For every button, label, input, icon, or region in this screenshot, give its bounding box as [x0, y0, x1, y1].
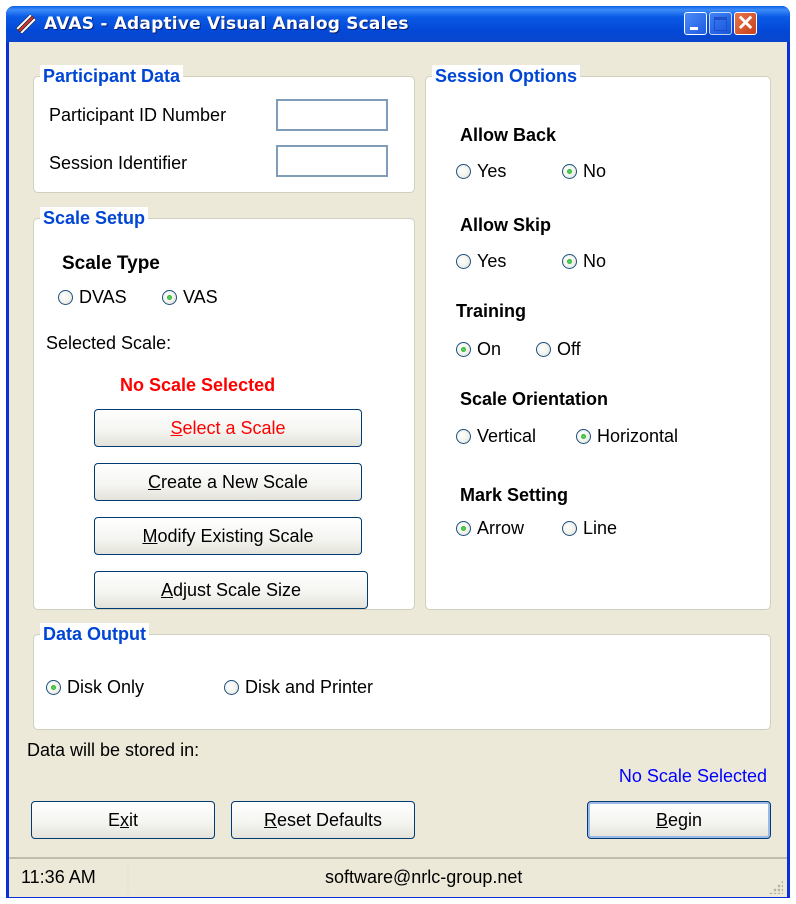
allow-back-label: Allow Back — [460, 125, 557, 145]
session-identifier-label: Session Identifier — [49, 153, 188, 173]
status-email: software@nrlc-group.net — [325, 867, 523, 887]
session-identifier-input[interactable] — [276, 145, 388, 177]
radio-checked-icon — [162, 290, 177, 305]
pencils-icon — [16, 15, 36, 33]
scale-type-vas-radio[interactable]: VAS — [162, 287, 218, 308]
training-off-radio[interactable]: Off — [536, 339, 581, 360]
radio-label: Arrow — [477, 518, 525, 538]
allow-skip-label: Allow Skip — [460, 215, 552, 235]
select-scale-button[interactable]: Select a Scale — [94, 409, 362, 447]
radio-label: Horizontal — [597, 426, 679, 446]
mnemonic: A — [160, 579, 173, 600]
button-label: egin — [667, 809, 703, 830]
mnemonic: B — [655, 809, 668, 830]
mark-line-radio[interactable]: Line — [562, 518, 617, 539]
reset-defaults-button[interactable]: Reset Defaults — [231, 801, 415, 839]
mnemonic: C — [147, 471, 161, 492]
close-icon: ✕ — [736, 12, 755, 35]
button-label: djust Scale Size — [172, 579, 302, 600]
storage-value: No Scale Selected — [618, 766, 767, 786]
mnemonic: M — [142, 525, 158, 546]
mnemonic: x — [120, 809, 129, 830]
button-label: reate a New Scale — [160, 471, 309, 492]
status-time: 11:36 AM — [21, 867, 96, 887]
mnemonic: S — [170, 417, 183, 438]
radio-label: No — [583, 251, 607, 271]
radio-label: Yes — [477, 161, 507, 181]
radio-unchecked-icon — [58, 290, 73, 305]
mnemonic: R — [263, 809, 277, 830]
button-label: elect a Scale — [182, 417, 286, 438]
radio-label: Disk and Printer — [245, 677, 374, 697]
button-label: eset Defaults — [276, 809, 383, 830]
radio-label: Yes — [477, 251, 507, 271]
allow-back-no-radio[interactable]: No — [562, 161, 606, 182]
allow-skip-no-radio[interactable]: No — [562, 251, 606, 272]
title-bar[interactable]: AVAS - Adaptive Visual Analog Scales ✕ — [6, 6, 790, 42]
participant-data-group: Participant Data Participant ID Number S… — [33, 65, 415, 193]
radio-unchecked-icon — [456, 429, 471, 444]
maximize-button[interactable] — [709, 12, 732, 35]
adjust-scale-size-button[interactable]: Adjust Scale Size — [94, 571, 368, 609]
mark-setting-label: Mark Setting — [460, 485, 569, 505]
data-output-group: Data Output Disk Only Disk and Printer — [33, 623, 771, 730]
status-bar: 11:36 AM software@nrlc-group.net — [9, 857, 787, 897]
radio-unchecked-icon — [456, 254, 471, 269]
selected-scale-label: Selected Scale: — [46, 333, 172, 353]
radio-unchecked-icon — [456, 164, 471, 179]
radio-checked-icon — [562, 254, 577, 269]
radio-checked-icon — [576, 429, 591, 444]
orientation-horizontal-radio[interactable]: Horizontal — [576, 426, 678, 447]
status-divider — [127, 863, 129, 893]
radio-label: Line — [583, 518, 618, 538]
radio-label: No — [583, 161, 607, 181]
radio-checked-icon — [456, 342, 471, 357]
scale-type-dvas-radio[interactable]: DVAS — [58, 287, 127, 308]
radio-label: VAS — [183, 287, 218, 307]
radio-label: On — [477, 339, 502, 359]
exit-button[interactable]: Exit — [31, 801, 215, 839]
window-title: AVAS - Adaptive Visual Analog Scales — [44, 14, 409, 34]
app-window: AVAS - Adaptive Visual Analog Scales ✕ P… — [6, 6, 790, 898]
create-scale-button[interactable]: Create a New Scale — [94, 463, 362, 501]
button-label: odify Existing Scale — [157, 525, 314, 546]
allow-back-yes-radio[interactable]: Yes — [456, 161, 506, 182]
begin-button[interactable]: Begin — [587, 801, 771, 839]
scale-orientation-label: Scale Orientation — [460, 389, 609, 409]
allow-skip-yes-radio[interactable]: Yes — [456, 251, 506, 272]
orientation-vertical-radio[interactable]: Vertical — [456, 426, 536, 447]
radio-label: Vertical — [477, 426, 537, 446]
radio-checked-icon — [562, 164, 577, 179]
scale-setup-title: Scale Setup — [40, 207, 149, 229]
close-button[interactable]: ✕ — [734, 12, 757, 35]
session-options-title: Session Options — [432, 65, 581, 87]
radio-checked-icon — [46, 680, 61, 695]
output-disk-only-radio[interactable]: Disk Only — [46, 677, 144, 698]
session-options-group: Session Options Allow Back Yes No Allow … — [425, 65, 771, 610]
radio-label: DVAS — [79, 287, 127, 307]
radio-unchecked-icon — [224, 680, 239, 695]
radio-label: Disk Only — [67, 677, 145, 697]
participant-data-title: Participant Data — [40, 65, 184, 87]
participant-id-input[interactable] — [276, 99, 388, 131]
output-disk-printer-radio[interactable]: Disk and Printer — [224, 677, 373, 698]
mark-arrow-radio[interactable]: Arrow — [456, 518, 524, 539]
button-label: E — [107, 809, 120, 830]
scale-type-label: Scale Type — [62, 253, 160, 274]
radio-checked-icon — [456, 521, 471, 536]
participant-id-label: Participant ID Number — [49, 105, 227, 125]
minimize-button[interactable] — [684, 12, 707, 35]
storage-label: Data will be stored in: — [27, 740, 200, 760]
radio-label: Off — [557, 339, 581, 359]
training-on-radio[interactable]: On — [456, 339, 501, 360]
resize-grip-icon[interactable] — [769, 880, 783, 894]
data-output-title: Data Output — [40, 623, 149, 645]
radio-unchecked-icon — [562, 521, 577, 536]
modify-scale-button[interactable]: Modify Existing Scale — [94, 517, 362, 555]
radio-unchecked-icon — [536, 342, 551, 357]
button-label: it — [129, 809, 138, 830]
scale-setup-group: Scale Setup Scale Type DVAS VAS Selected… — [33, 207, 415, 610]
selected-scale-value: No Scale Selected — [120, 375, 276, 395]
training-label: Training — [456, 301, 527, 321]
